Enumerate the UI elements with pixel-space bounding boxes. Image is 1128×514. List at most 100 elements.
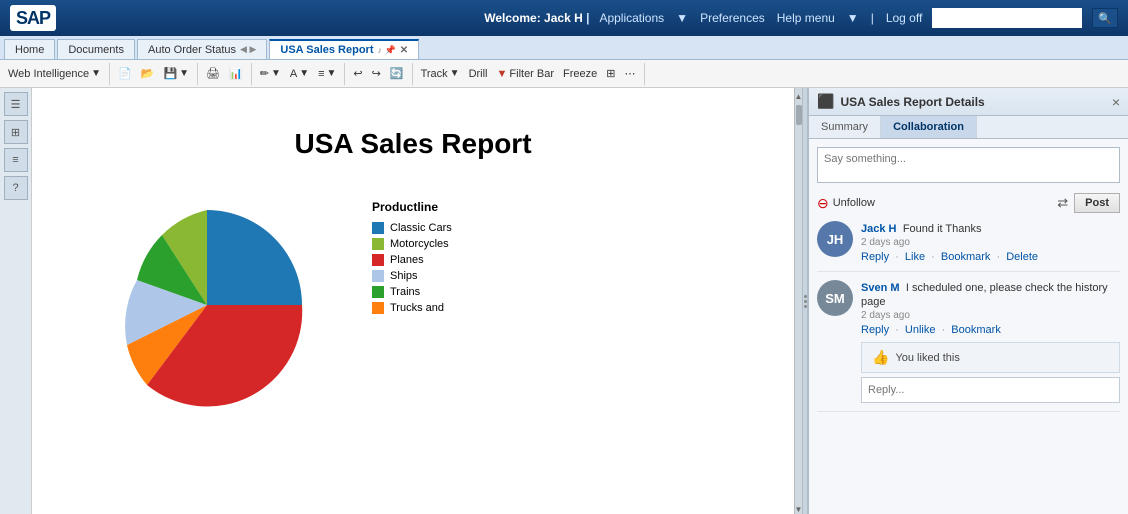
sidebar-icon-help[interactable]: ? [4,176,28,200]
welcome-text: Welcome: Jack H | [484,11,589,25]
comment-actions-jack: Reply · Like · Bookmark · Delete [861,251,1120,263]
unfollow-icon: ⊖ [817,195,829,212]
bookmark-jack[interactable]: Bookmark [941,251,991,263]
track-btn[interactable]: Track ▼ [417,63,464,85]
say-something-input[interactable] [817,147,1120,183]
like-jack[interactable]: Like [905,251,925,263]
legend-item-trains: Trains [372,286,452,298]
reply-input[interactable] [861,377,1120,403]
legend-color-trains [372,286,384,298]
reply-jack[interactable]: Reply [861,251,889,263]
comment-author-sven: Sven M [861,282,900,294]
scroll-thumb[interactable] [796,105,802,125]
tab-auto-order-status[interactable]: Auto Order Status ◀ ▶ [137,39,267,59]
avatar-sven: SM [817,280,853,316]
unlike-sven[interactable]: Unlike [905,324,936,336]
tab-bar: Home Documents Auto Order Status ◀ ▶ USA… [0,36,1128,60]
applications-link[interactable]: Applications [599,11,664,25]
toolbar-group-file: 📄 📂 💾▼ [114,63,198,85]
save-btn[interactable]: 💾▼ [159,63,193,85]
legend-item-classic-cars: Classic Cars [372,222,452,234]
sidebar-icon-grid[interactable]: ⊞ [4,120,28,144]
format-btn[interactable]: A▼ [286,63,313,85]
forward-btn[interactable]: ↪ [368,63,385,85]
refresh-collab-icon[interactable]: ⇄ [1057,195,1068,211]
drill-btn[interactable]: Drill [465,63,492,85]
legend-label-planes: Planes [390,254,424,266]
legend-color-ships [372,270,384,282]
avatar-jack: JH [817,221,853,257]
tab-documents[interactable]: Documents [57,39,135,59]
action-row: ⊖ Unfollow ⇄ Post [817,193,1120,213]
print-btn[interactable]: 🖨 [202,63,224,85]
options-btn[interactable]: ⋯ [621,63,640,85]
left-sidebar: ☰ ⊞ ≡ ? [0,88,32,514]
comment-time-jack: 2 days ago [861,237,1120,248]
freeze-btn[interactable]: Freeze [559,63,601,85]
refresh-btn[interactable]: 🔄 [386,63,408,85]
search-button[interactable]: 🔍 [1092,8,1118,28]
tab-summary[interactable]: Summary [809,116,881,138]
back-btn[interactable]: ↩ [349,63,366,85]
chart-area: Productline Classic Cars Motorcycles Pla… [32,180,794,433]
legend-item-planes: Planes [372,254,452,266]
legend-title: Productline [372,200,452,214]
top-nav: Applications ▼ Preferences Help menu ▼ |… [599,11,922,25]
legend-label-classic-cars: Classic Cars [390,222,452,234]
welcome-prefix: Welcome: [484,11,540,25]
toolbar: Web Intelligence ▼ 📄 📂 💾▼ 🖨 📊 ✏▼ A▼ ≡▼ ↩… [0,60,1128,88]
tab-home[interactable]: Home [4,39,55,59]
legend-color-trucks [372,302,384,314]
legend-label-ships: Ships [390,270,418,282]
thumbs-up-icon: 👍 [872,349,889,366]
export-btn[interactable]: 📊 [225,63,247,85]
preferences-link[interactable]: Preferences [700,11,765,25]
you-liked-block: 👍 You liked this [861,342,1120,373]
sap-logo: SAP [10,5,56,31]
filter-bar-btn[interactable]: ▼ Filter Bar [493,63,559,85]
comment-actions-sven: Reply · Unlike · Bookmark [861,324,1120,336]
legend-item-motorcycles: Motorcycles [372,238,452,250]
toolbar-group-print: 🖨 📊 [202,63,252,85]
new-btn[interactable]: 📄 [114,63,136,85]
web-intelligence-btn[interactable]: Web Intelligence ▼ [4,63,105,85]
scroll-indicator: ▲ ▼ [794,88,802,514]
main-content: ☰ ⊞ ≡ ? USA Sales Report [0,88,1128,514]
help-menu-link[interactable]: Help menu [777,11,835,25]
collaboration-area: ⊖ Unfollow ⇄ Post JH Jack H Found it Tha… [809,139,1128,514]
legend-label-motorcycles: Motorcycles [390,238,449,250]
unfollow-button[interactable]: ⊖ Unfollow [817,195,875,212]
pie-chart [72,190,342,423]
tab-collaboration[interactable]: Collaboration [881,116,977,138]
top-bar: SAP Welcome: Jack H | Applications ▼ Pre… [0,0,1128,36]
comment-sven: SM Sven M I scheduled one, please check … [817,280,1120,412]
toolbar-group-track: Track ▼ Drill ▼ Filter Bar Freeze ⊞ ⋯ [417,63,645,85]
panel-icon: ⬛ [817,93,834,110]
more-btn[interactable]: ⊞ [602,63,619,85]
panel-close-icon[interactable]: × [1112,94,1120,110]
tab-close-icon[interactable]: ✕ [400,45,408,56]
comment-jack: JH Jack H Found it Thanks 2 days ago Rep… [817,221,1120,272]
sidebar-icon-list[interactable]: ≡ [4,148,28,172]
legend-color-classic-cars [372,222,384,234]
panel-tabs: Summary Collaboration [809,116,1128,139]
delete-jack[interactable]: Delete [1006,251,1038,263]
reply-sven[interactable]: Reply [861,324,889,336]
logoff-link[interactable]: Log off [886,11,922,25]
comment-content-jack: Jack H Found it Thanks 2 days ago Reply … [861,221,1120,263]
comment-text-jack: Found it Thanks [903,223,982,235]
legend-label-trucks: Trucks and [390,302,444,314]
bookmark-sven[interactable]: Bookmark [951,324,1001,336]
right-panel-header: ⬛ USA Sales Report Details × [809,88,1128,116]
search-input[interactable] [932,8,1082,28]
open-btn[interactable]: 📂 [137,63,159,85]
tab-usa-sales-report[interactable]: USA Sales Report ♪ 📌 ✕ [269,39,419,59]
data-btn[interactable]: ≡▼ [314,63,340,85]
sidebar-icon-nav[interactable]: ☰ [4,92,28,116]
chart-legend: Productline Classic Cars Motorcycles Pla… [372,190,452,318]
edit-btn[interactable]: ✏▼ [256,63,285,85]
panel-title: USA Sales Report Details [840,95,984,109]
post-button[interactable]: Post [1074,193,1120,213]
user-name: Jack H [544,11,583,25]
legend-color-motorcycles [372,238,384,250]
